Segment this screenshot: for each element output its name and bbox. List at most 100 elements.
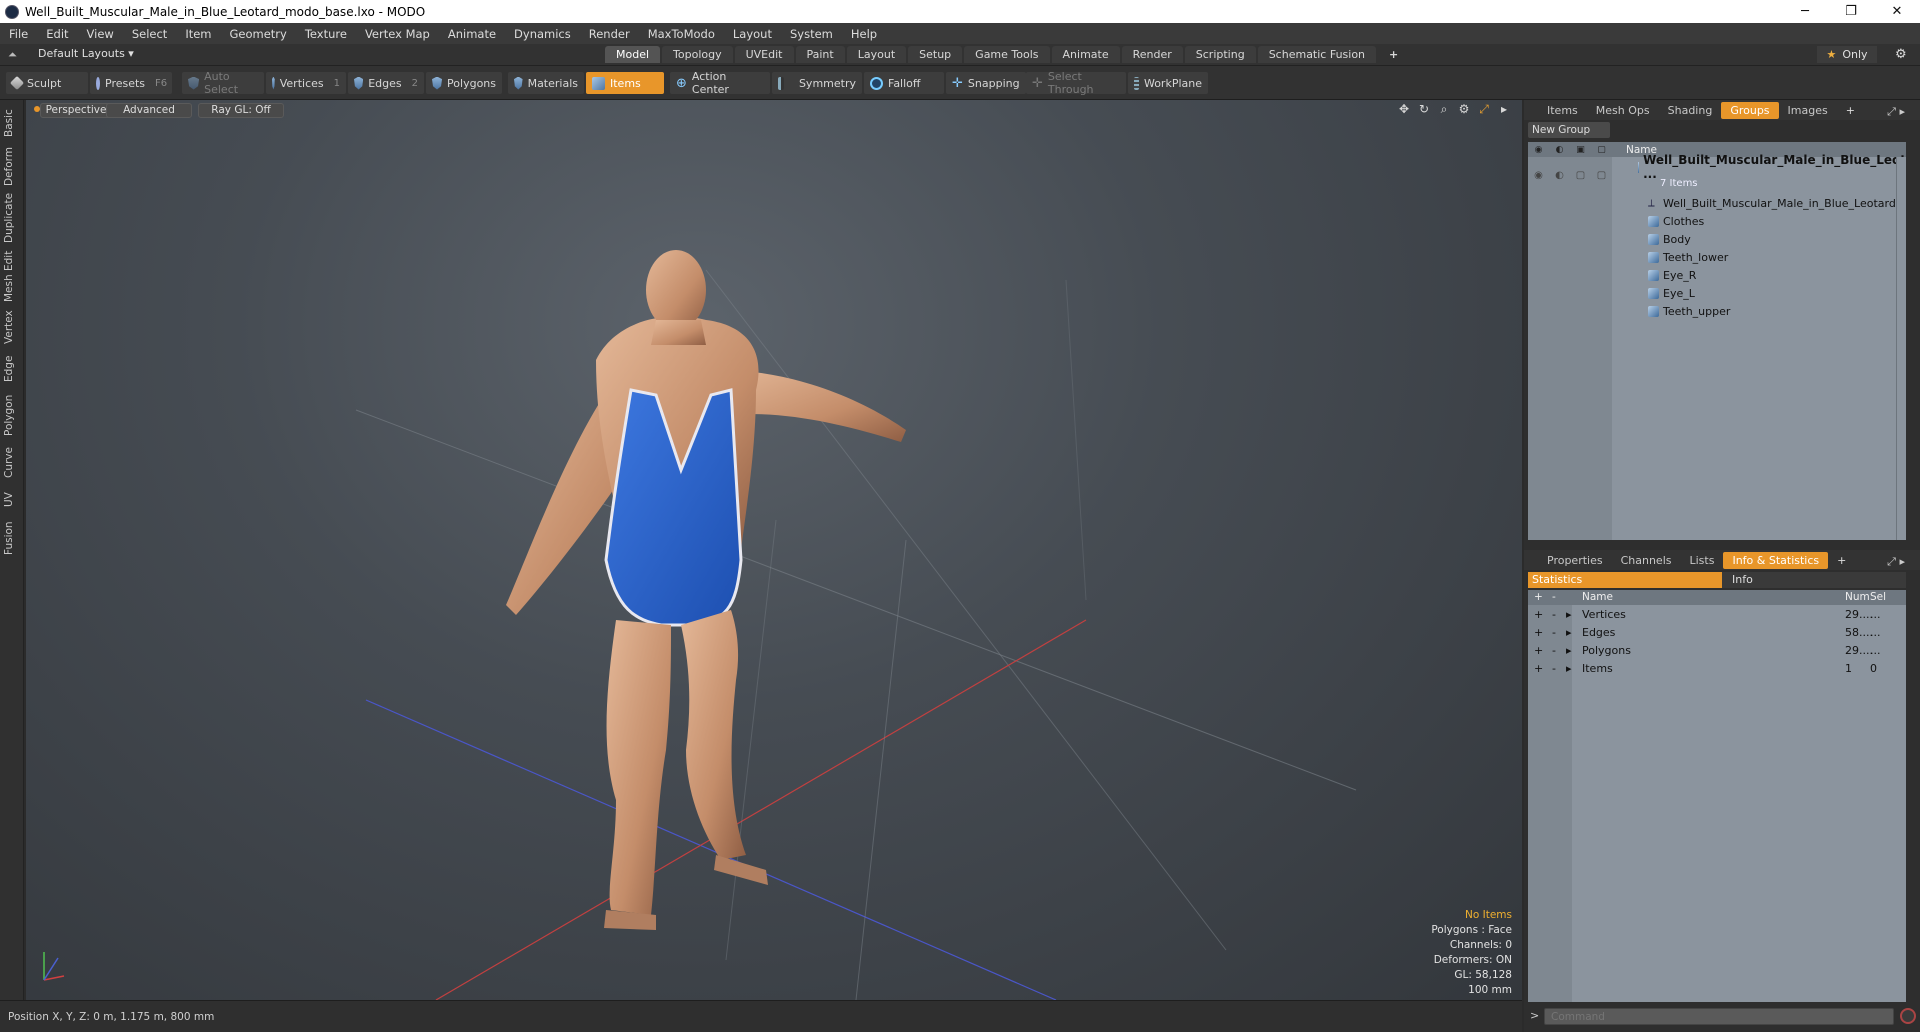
action-center-button[interactable]: ⊕ Action Center [670, 70, 770, 96]
symmetry-button[interactable]: Symmetry [772, 72, 862, 94]
list-item[interactable]: Body [1528, 230, 1906, 248]
strip-tab-vertex[interactable]: Vertex [3, 308, 21, 346]
default-layouts-dropdown[interactable]: Default Layouts ▾ [38, 47, 134, 60]
tab-layout[interactable]: Layout [846, 46, 907, 63]
tab-schematic-fusion[interactable]: Schematic Fusion [1257, 46, 1377, 63]
zoom-icon[interactable]: ⌕ [1434, 102, 1454, 117]
tab-game-tools[interactable]: Game Tools [964, 46, 1050, 63]
expand-all-icon[interactable]: + [1534, 591, 1543, 603]
tab-items[interactable]: Items [1538, 102, 1587, 119]
new-group-button[interactable]: New Group [1528, 122, 1610, 138]
expand-arrow-icon[interactable]: ▸ [1566, 626, 1572, 639]
strip-tab-fusion[interactable]: Fusion [3, 518, 21, 558]
tab-scripting[interactable]: Scripting [1184, 46, 1256, 63]
add-icon[interactable]: + [1534, 644, 1543, 657]
add-panel-tab-button[interactable]: + [1837, 102, 1864, 119]
menu-maxtomodo[interactable]: MaxToModo [639, 27, 724, 41]
menu-select[interactable]: Select [123, 27, 176, 41]
strip-tab-duplicate[interactable]: Duplicate [3, 192, 21, 244]
expand-panel-icon[interactable]: ⤢ ▸ [1878, 553, 1914, 571]
menu-dynamics[interactable]: Dynamics [505, 27, 580, 41]
tab-channels[interactable]: Channels [1612, 552, 1681, 569]
expand-arrow-icon[interactable]: ▸ [1566, 608, 1572, 621]
polygons-button[interactable]: Polygons [426, 72, 502, 94]
snapping-button[interactable]: ✛ Snapping [946, 72, 1026, 94]
record-icon[interactable] [1900, 1008, 1916, 1024]
command-input[interactable] [1544, 1008, 1894, 1025]
table-row[interactable]: + - ▸ Edges 58.... ... [1528, 624, 1906, 642]
layout-collapse-icon[interactable]: ⏶ [8, 48, 20, 61]
strip-tab-polygon[interactable]: Polygon [3, 392, 21, 438]
add-icon[interactable]: + [1534, 626, 1543, 639]
list-item[interactable]: ⟂ Well_Built_Muscular_Male_in_Blue_Leota… [1528, 194, 1906, 212]
list-item[interactable]: Teeth_upper [1528, 302, 1906, 320]
menu-file[interactable]: File [0, 27, 37, 41]
strip-tab-mesh-edit[interactable]: Mesh Edit [3, 250, 21, 302]
menu-edit[interactable]: Edit [37, 27, 77, 41]
play-icon[interactable]: ▸ [1494, 102, 1514, 117]
gear-icon[interactable]: ⚙ [1895, 47, 1907, 62]
workplane-button[interactable]: WorkPlane [1128, 72, 1208, 94]
menu-help[interactable]: Help [842, 27, 886, 41]
3d-viewport[interactable]: Perspective Advanced Ray GL: Off ✥ ↻ ⌕ ⚙… [26, 100, 1522, 1000]
items-button[interactable]: Items [586, 72, 664, 94]
strip-tab-edge[interactable]: Edge [3, 352, 21, 386]
minimize-button[interactable]: ─ [1782, 0, 1828, 23]
tab-lists[interactable]: Lists [1681, 552, 1724, 569]
maximize-viewport-icon[interactable]: ⤢ [1474, 102, 1494, 117]
expand-arrow-icon[interactable]: ▸ [1566, 662, 1572, 675]
list-item[interactable]: Teeth_lower [1528, 248, 1906, 266]
rotate-icon[interactable]: ↻ [1414, 102, 1434, 117]
menu-layout[interactable]: Layout [724, 27, 781, 41]
tab-render[interactable]: Render [1121, 46, 1183, 63]
falloff-button[interactable]: Falloff [864, 72, 944, 94]
table-row[interactable]: + - ▸ Vertices 29.... ... [1528, 606, 1906, 624]
tab-setup[interactable]: Setup [908, 46, 963, 63]
auto-select-button[interactable]: Auto Select [182, 70, 264, 96]
menu-vertex-map[interactable]: Vertex Map [356, 27, 439, 41]
groups-scrollbar[interactable] [1896, 157, 1906, 540]
menu-render[interactable]: Render [580, 27, 639, 41]
raygl-button[interactable]: Ray GL: Off [198, 103, 284, 118]
strip-tab-basic[interactable]: Basic [3, 106, 21, 140]
add-panel-tab-button[interactable]: + [1828, 552, 1855, 569]
tab-animate[interactable]: Animate [1051, 46, 1120, 63]
strip-tab-uv[interactable]: UV [3, 488, 21, 512]
strip-tab-curve[interactable]: Curve [3, 444, 21, 482]
remove-icon[interactable]: - [1552, 662, 1556, 675]
add-icon[interactable]: + [1534, 608, 1543, 621]
table-row[interactable]: + - ▸ Items 1 0 [1528, 660, 1906, 678]
list-item[interactable]: Eye_L [1528, 284, 1906, 302]
info-tab[interactable]: Info [1732, 572, 1753, 588]
pan-icon[interactable]: ✥ [1394, 102, 1414, 117]
shading-mode-button[interactable]: Advanced [106, 103, 192, 118]
strip-tab-deform[interactable]: Deform [3, 146, 21, 186]
tab-info-statistics[interactable]: Info & Statistics [1723, 551, 1829, 569]
tab-shading[interactable]: Shading [1659, 102, 1722, 119]
expand-panel-icon[interactable]: ⤢ ▸ [1878, 103, 1914, 121]
tab-topology[interactable]: Topology [662, 46, 733, 63]
close-button[interactable]: ✕ [1874, 0, 1920, 23]
muscular-male-model[interactable] [506, 230, 1026, 970]
edges-button[interactable]: Edges 2 [348, 72, 424, 94]
list-item[interactable]: Eye_R [1528, 266, 1906, 284]
materials-button[interactable]: Materials [508, 72, 584, 94]
collapse-all-icon[interactable]: - [1552, 591, 1556, 603]
group-row[interactable]: Well_Built_Muscular_Male_in_Blue_Leot ..… [1528, 153, 1906, 181]
settings-icon[interactable]: ⚙ [1454, 102, 1474, 117]
sculpt-button[interactable]: Sculpt [6, 72, 88, 94]
statistics-tab[interactable]: Statistics [1528, 572, 1722, 588]
add-icon[interactable]: + [1534, 662, 1543, 675]
tab-images[interactable]: Images [1779, 102, 1837, 119]
remove-icon[interactable]: - [1552, 626, 1556, 639]
view-mode-button[interactable]: Perspective [40, 103, 112, 118]
maximize-button[interactable]: ❐ [1828, 0, 1874, 23]
menu-geometry[interactable]: Geometry [221, 27, 296, 41]
select-through-button[interactable]: ✛ Select Through [1026, 70, 1126, 96]
only-button[interactable]: ★ Only [1817, 46, 1877, 63]
list-item[interactable]: Clothes [1528, 212, 1906, 230]
tab-model[interactable]: Model [605, 46, 661, 63]
tab-groups[interactable]: Groups [1721, 101, 1779, 119]
tab-properties[interactable]: Properties [1538, 552, 1612, 569]
presets-button[interactable]: Presets F6 [90, 72, 172, 94]
